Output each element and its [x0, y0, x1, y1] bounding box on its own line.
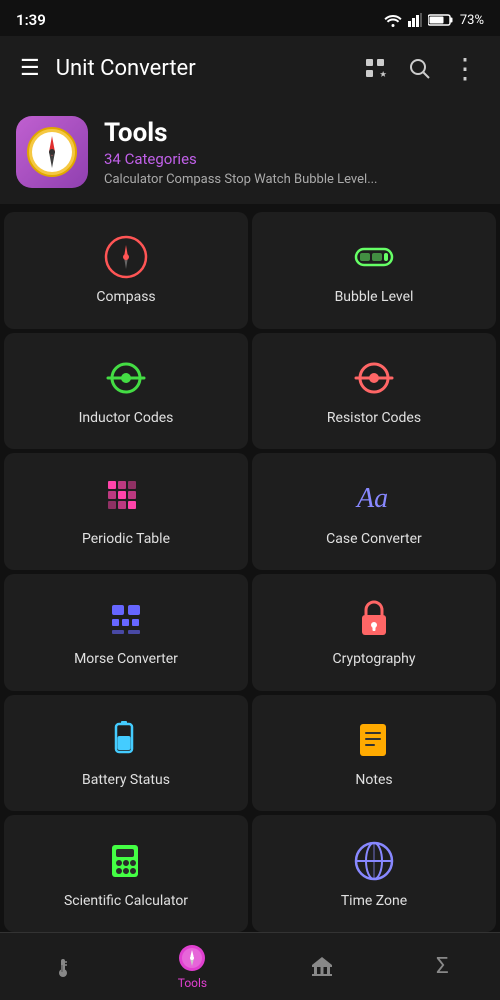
grid-item-notes[interactable]: Notes: [252, 695, 496, 812]
bank-icon: [310, 955, 334, 979]
header-subtitle: 34 Categories: [104, 150, 378, 168]
tools-grid: Compass Bubble Level Inductor Codes Resisto…: [0, 208, 500, 936]
thermometer-icon: [51, 955, 75, 979]
battery-text: 73%: [460, 13, 484, 28]
grid-item-periodic-table[interactable]: Periodic Table: [4, 453, 248, 570]
battery-icon: [428, 13, 454, 27]
grid-item-time-zone[interactable]: Time Zone: [252, 815, 496, 932]
scientific-calculator-label: Scientific Calculator: [64, 893, 188, 909]
sigma-icon: Σ: [436, 954, 449, 979]
grid-item-cryptography[interactable]: Cryptography: [252, 574, 496, 691]
nav-sigma[interactable]: Σ: [416, 946, 469, 987]
bubble-level-icon: [352, 235, 396, 279]
more-options-button[interactable]: ⋮: [443, 44, 488, 93]
header-title: Tools: [104, 118, 378, 148]
header-card: Tools 34 Categories Calculator Compass S…: [0, 100, 500, 204]
compass-icon: [104, 235, 148, 279]
battery-status-icon: [104, 718, 148, 762]
case-converter-icon: Aa: [352, 477, 396, 521]
grid-item-compass[interactable]: Compass: [4, 212, 248, 329]
inductor-codes-icon: [104, 356, 148, 400]
grid-item-battery-status[interactable]: Battery Status: [4, 695, 248, 812]
cryptography-icon: [352, 597, 396, 641]
morse-converter-icon: [104, 597, 148, 641]
svg-text:Aa: Aa: [355, 483, 388, 514]
periodic-table-icon: [104, 477, 148, 521]
status-time: 1:39: [16, 11, 46, 29]
nav-tools[interactable]: Tools: [158, 936, 227, 998]
menu-button[interactable]: ☰: [12, 48, 48, 89]
resistor-codes-label: Resistor Codes: [327, 410, 421, 426]
compass-logo-icon: [26, 126, 78, 178]
compass-label: Compass: [96, 289, 155, 305]
grid-item-inductor-codes[interactable]: Inductor Codes: [4, 333, 248, 450]
nav-temperature[interactable]: [31, 947, 95, 987]
status-icons: 73%: [384, 13, 484, 28]
time-zone-label: Time Zone: [341, 893, 407, 909]
morse-converter-label: Morse Converter: [74, 651, 178, 667]
app-bar: ☰ Unit Converter ⋮: [0, 36, 500, 100]
app-bar-icons: ⋮: [355, 44, 488, 93]
header-text: Tools 34 Categories Calculator Compass S…: [104, 118, 378, 187]
tools-nav-label: Tools: [178, 976, 207, 990]
resistor-codes-icon: [352, 356, 396, 400]
signal-icon: [408, 13, 422, 27]
header-description: Calculator Compass Stop Watch Bubble Lev…: [104, 172, 378, 187]
app-title: Unit Converter: [56, 56, 355, 81]
nav-converters[interactable]: [290, 947, 354, 987]
grid-item-resistor-codes[interactable]: Resistor Codes: [252, 333, 496, 450]
case-converter-label: Case Converter: [326, 531, 422, 547]
battery-status-label: Battery Status: [82, 772, 170, 788]
cryptography-label: Cryptography: [332, 651, 415, 667]
notes-icon: [352, 718, 396, 762]
tools-nav-icon: [178, 944, 206, 972]
scientific-calculator-icon: [104, 839, 148, 883]
notes-label: Notes: [355, 772, 392, 788]
app-logo: [16, 116, 88, 188]
search-button[interactable]: [399, 48, 439, 88]
grid-item-case-converter[interactable]: Aa Case Converter: [252, 453, 496, 570]
status-bar: 1:39 73%: [0, 0, 500, 36]
grid-item-morse-converter[interactable]: Morse Converter: [4, 574, 248, 691]
time-zone-icon: [352, 839, 396, 883]
periodic-table-label: Periodic Table: [82, 531, 170, 547]
bubble-level-label: Bubble Level: [335, 289, 414, 305]
wifi-icon: [384, 13, 402, 27]
grid-star-button[interactable]: [355, 48, 395, 88]
grid-item-bubble-level[interactable]: Bubble Level: [252, 212, 496, 329]
inductor-codes-label: Inductor Codes: [79, 410, 174, 426]
bottom-navigation: Tools Σ: [0, 932, 500, 1000]
grid-item-scientific-calculator[interactable]: Scientific Calculator: [4, 815, 248, 932]
